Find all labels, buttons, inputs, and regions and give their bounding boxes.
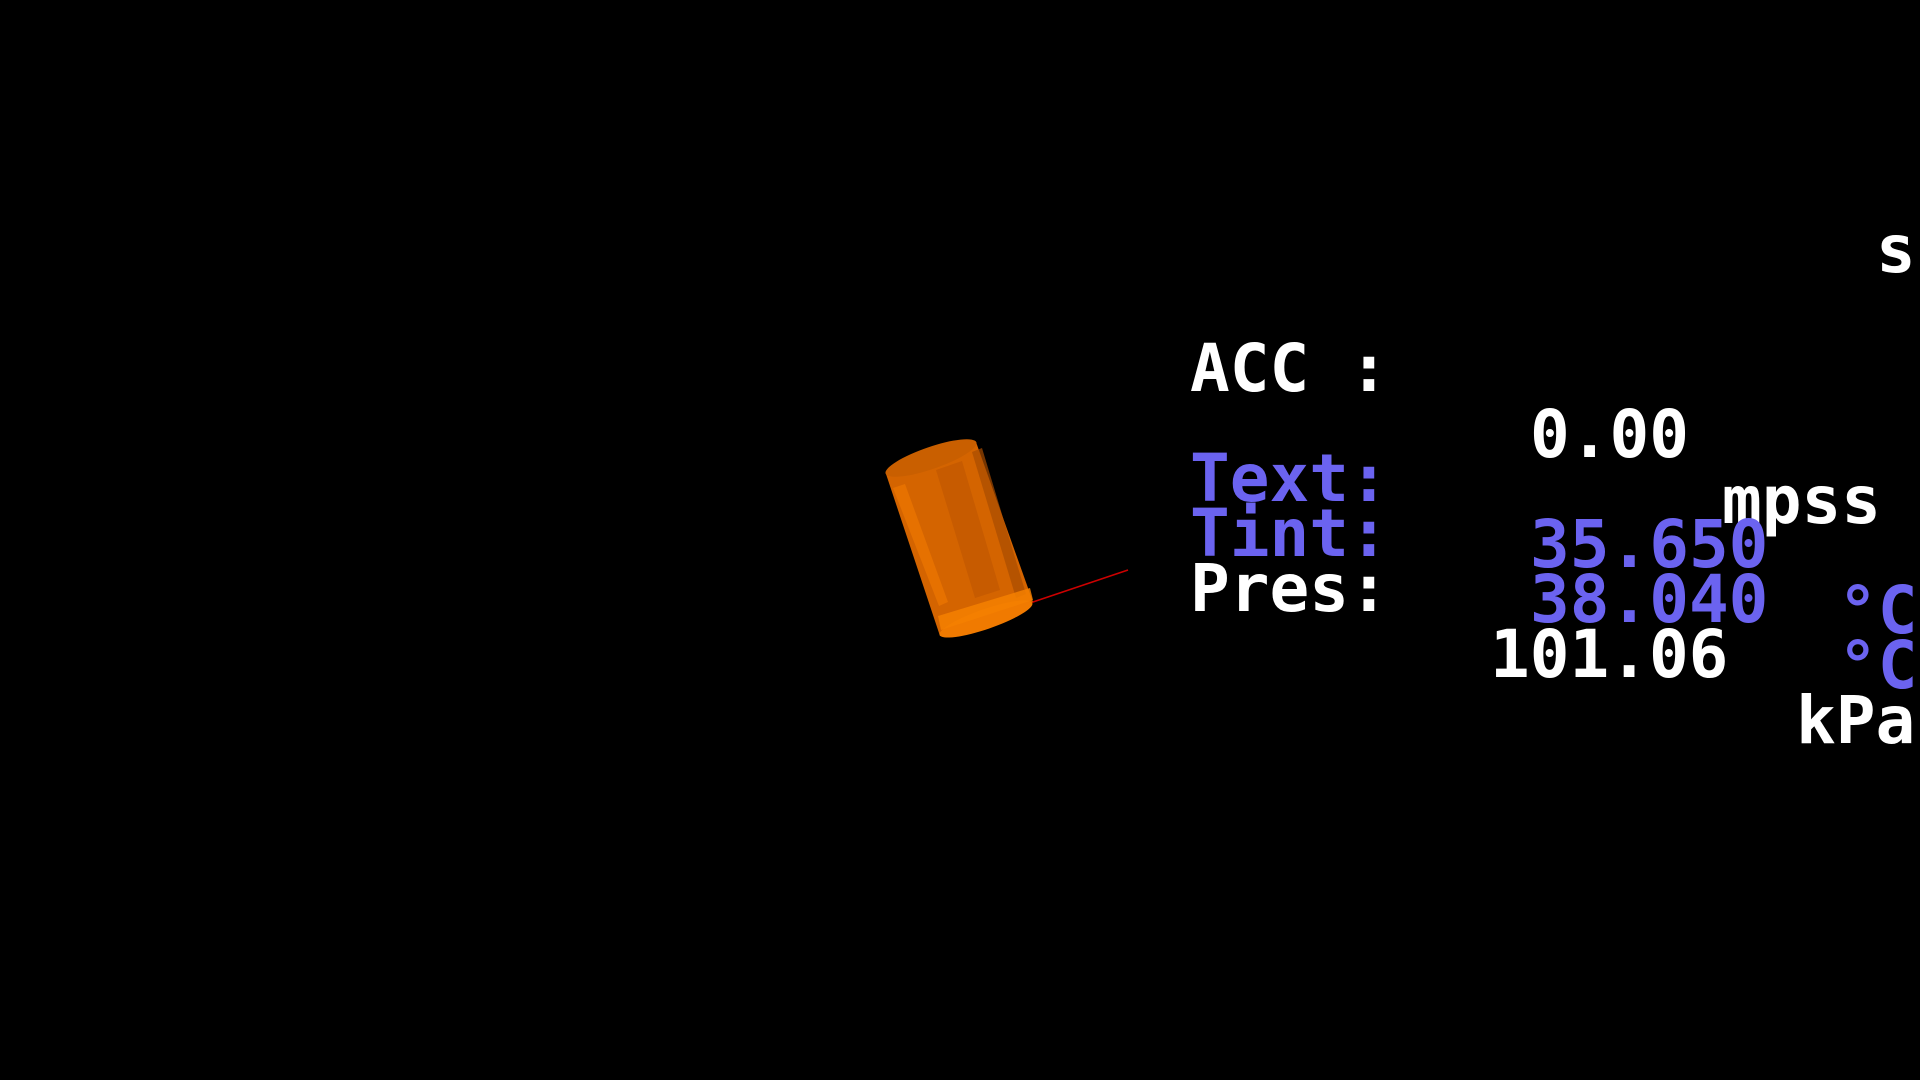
pres-value: 101.06 [1490,616,1729,693]
hud-row-pres: Pres: 101.06 kPa [0,490,1920,820]
pres-unit: kPa [1796,682,1916,759]
pres-label: Pres: [1190,550,1389,627]
